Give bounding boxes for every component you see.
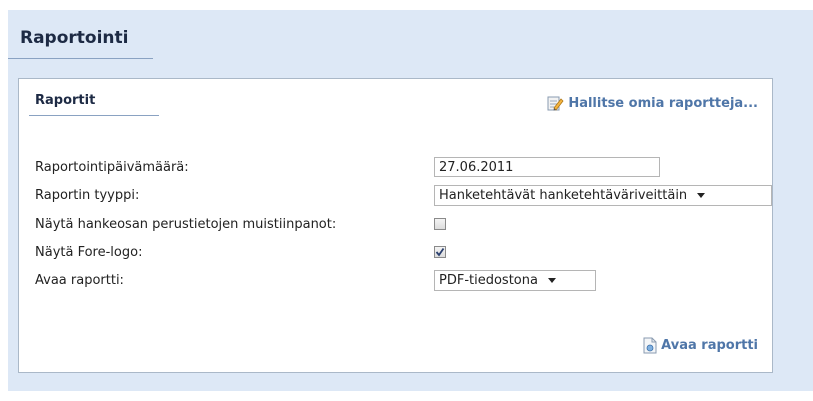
page-title: Raportointi — [20, 28, 129, 48]
edit-document-icon — [547, 95, 564, 111]
manage-reports-link[interactable]: Hallitse omia raportteja... — [547, 95, 758, 111]
panel-title-underline — [29, 115, 159, 116]
report-date-label: Raportointipäivämäärä: — [35, 160, 189, 175]
show-notes-checkbox[interactable] — [434, 218, 446, 230]
chevron-down-icon — [547, 278, 556, 283]
show-logo-checkbox[interactable] — [434, 246, 446, 258]
show-notes-row: Näytä hankeosan perustietojen muistiinpa… — [35, 214, 765, 236]
panel-title: Raportit — [35, 93, 96, 108]
open-report-as-label: Avaa raportti: — [35, 273, 124, 288]
report-type-label: Raportin tyyppi: — [35, 188, 140, 203]
report-date-row: Raportointipäivämäärä: — [35, 157, 765, 179]
report-type-row: Raportin tyyppi: Hanketehtävät hanketeht… — [35, 185, 772, 207]
open-document-icon — [643, 337, 657, 354]
open-report-as-select[interactable]: PDF-tiedostona — [434, 270, 596, 291]
open-report-button[interactable]: Avaa raportti — [643, 337, 758, 354]
checkmark-icon — [435, 247, 445, 257]
chevron-down-icon — [697, 193, 706, 198]
report-page-container: Raportointi Raportit Hallitse omia rapor… — [8, 10, 813, 391]
show-logo-label: Näytä Fore-logo: — [35, 245, 143, 260]
page-title-underline — [8, 58, 153, 59]
open-report-label: Avaa raportti — [661, 338, 758, 353]
open-report-as-selected: PDF-tiedostona — [439, 273, 538, 288]
report-type-select[interactable]: Hanketehtävät hanketehtäväriveittäin — [434, 185, 772, 206]
show-notes-label: Näytä hankeosan perustietojen muistiinpa… — [35, 217, 337, 232]
manage-reports-label: Hallitse omia raportteja... — [568, 95, 758, 111]
show-logo-row: Näytä Fore-logo: — [35, 242, 765, 264]
reports-panel: Raportit Hallitse omia raportteja... Rap… — [18, 78, 773, 373]
report-date-input[interactable] — [434, 157, 660, 177]
open-report-as-row: Avaa raportti: PDF-tiedostona — [35, 270, 765, 292]
report-type-selected: Hanketehtävät hanketehtäväriveittäin — [439, 188, 688, 203]
